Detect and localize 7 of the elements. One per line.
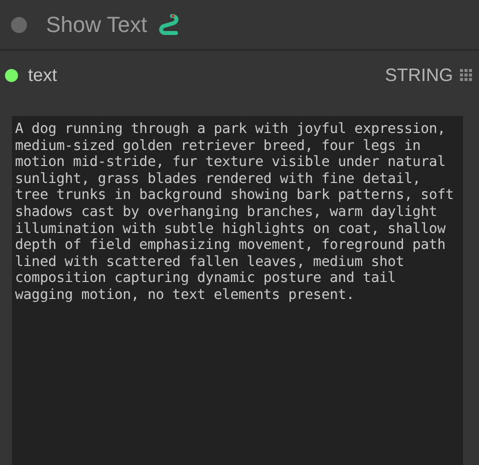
text-area[interactable]: A dog running through a park with joyful expression, medium-sized golden retriever breed, four legs in motion mid-stride, fur texture visible under natural sunlight, grass blades rendered with fine detail, tree trunks in background showing bark patterns, soft shadows cast by overhanging branches, warm daylight illumination with subtle highlights on coat, shallow depth of field emphasizing movement, foreground path lined with scattered fallen leaves, medium shot composition capturing dynamic posture and tail wagging motion, no text elements present. [12, 116, 463, 465]
type-label: STRING [384, 64, 453, 86]
grid-icon [460, 69, 472, 81]
slot-label: text [28, 64, 58, 86]
collapse-dot[interactable] [11, 16, 27, 32]
node-title: Show Text [46, 12, 148, 38]
slot-dot[interactable] [5, 68, 18, 82]
